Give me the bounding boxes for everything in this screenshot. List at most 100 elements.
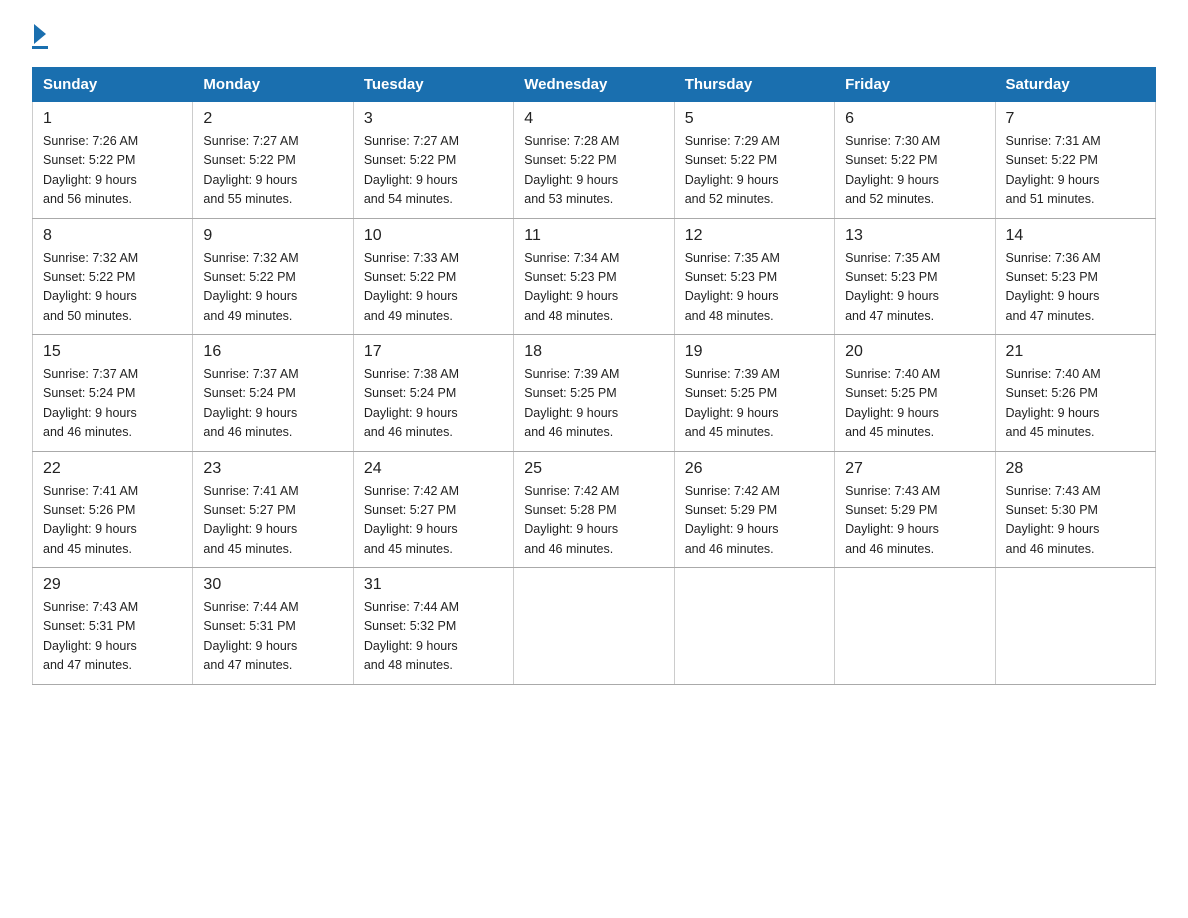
week-row-2: 8 Sunrise: 7:32 AMSunset: 5:22 PMDaylight… (33, 218, 1156, 335)
day-number: 31 (364, 576, 503, 594)
calendar-cell: 25Sunrise: 7:42 AMSunset: 5:28 PMDayligh… (514, 451, 674, 568)
day-info: Sunrise: 7:34 AMSunset: 5:23 PMDaylight:… (524, 249, 663, 327)
day-number: 14 (1006, 227, 1145, 245)
logo-arrow-icon (34, 24, 46, 44)
day-number: 21 (1006, 343, 1145, 361)
calendar-cell: 12 Sunrise: 7:35 AMSunset: 5:23 PMDayligh… (674, 218, 834, 335)
day-info: Sunrise: 7:44 AMSunset: 5:31 PMDaylight:… (203, 598, 342, 676)
day-number: 7 (1006, 110, 1145, 128)
week-row-3: 15 Sunrise: 7:37 AMSunset: 5:24 PMDayligh… (33, 335, 1156, 452)
day-info: Sunrise: 7:35 AMSunset: 5:23 PMDaylight:… (685, 249, 824, 327)
calendar-cell: 10 Sunrise: 7:33 AMSunset: 5:22 PMDayligh… (353, 218, 513, 335)
page-header (32, 24, 1156, 49)
day-number: 28 (1006, 460, 1145, 478)
day-number: 6 (845, 110, 984, 128)
calendar-cell: 7 Sunrise: 7:31 AMSunset: 5:22 PMDaylight… (995, 102, 1155, 219)
week-row-4: 22 Sunrise: 7:41 AMSunset: 5:26 PMDayligh… (33, 451, 1156, 568)
day-info: Sunrise: 7:39 AMSunset: 5:25 PMDaylight:… (685, 365, 824, 443)
day-info: Sunrise: 7:29 AMSunset: 5:22 PMDaylight:… (685, 132, 824, 210)
day-number: 24 (364, 460, 503, 478)
day-number: 20 (845, 343, 984, 361)
day-info: Sunrise: 7:44 AMSunset: 5:32 PMDaylight:… (364, 598, 503, 676)
calendar-cell: 11 Sunrise: 7:34 AMSunset: 5:23 PMDayligh… (514, 218, 674, 335)
calendar-cell: 3 Sunrise: 7:27 AMSunset: 5:22 PMDaylight… (353, 102, 513, 219)
day-number: 29 (43, 576, 182, 594)
day-header-row: SundayMondayTuesdayWednesdayThursdayFrid… (33, 68, 1156, 102)
day-info: Sunrise: 7:37 AMSunset: 5:24 PMDaylight:… (203, 365, 342, 443)
calendar-cell: 27 Sunrise: 7:43 AMSunset: 5:29 PMDayligh… (835, 451, 995, 568)
day-number: 25 (524, 460, 663, 478)
day-info: Sunrise: 7:36 AMSunset: 5:23 PMDaylight:… (1006, 249, 1145, 327)
day-number: 2 (203, 110, 342, 128)
day-number: 27 (845, 460, 984, 478)
calendar-cell: 2 Sunrise: 7:27 AMSunset: 5:22 PMDaylight… (193, 102, 353, 219)
day-info: Sunrise: 7:33 AMSunset: 5:22 PMDaylight:… (364, 249, 503, 327)
calendar-cell: 28 Sunrise: 7:43 AMSunset: 5:30 PMDayligh… (995, 451, 1155, 568)
calendar-cell: 31 Sunrise: 7:44 AMSunset: 5:32 PMDayligh… (353, 568, 513, 685)
day-header-wednesday: Wednesday (514, 68, 674, 102)
calendar-cell: 23 Sunrise: 7:41 AMSunset: 5:27 PMDayligh… (193, 451, 353, 568)
day-info: Sunrise: 7:40 AMSunset: 5:25 PMDaylight:… (845, 365, 984, 443)
day-header-saturday: Saturday (995, 68, 1155, 102)
day-number: 23 (203, 460, 342, 478)
calendar-cell: 17Sunrise: 7:38 AMSunset: 5:24 PMDayligh… (353, 335, 513, 452)
day-info: Sunrise: 7:30 AMSunset: 5:22 PMDaylight:… (845, 132, 984, 210)
calendar-cell: 6 Sunrise: 7:30 AMSunset: 5:22 PMDaylight… (835, 102, 995, 219)
calendar-cell: 5 Sunrise: 7:29 AMSunset: 5:22 PMDaylight… (674, 102, 834, 219)
day-info: Sunrise: 7:26 AMSunset: 5:22 PMDaylight:… (43, 132, 182, 210)
calendar-cell: 24 Sunrise: 7:42 AMSunset: 5:27 PMDayligh… (353, 451, 513, 568)
day-number: 10 (364, 227, 503, 245)
day-header-sunday: Sunday (33, 68, 193, 102)
calendar-cell: 8Sunrise: 7:32 AMSunset: 5:22 PMDaylight… (33, 218, 193, 335)
day-number: 5 (685, 110, 824, 128)
day-header-thursday: Thursday (674, 68, 834, 102)
day-info: Sunrise: 7:37 AMSunset: 5:24 PMDaylight:… (43, 365, 182, 443)
calendar-cell: 19 Sunrise: 7:39 AMSunset: 5:25 PMDayligh… (674, 335, 834, 452)
day-number: 11 (524, 227, 663, 245)
calendar-table: SundayMondayTuesdayWednesdayThursdayFrid… (32, 67, 1156, 685)
day-number: 26 (685, 460, 824, 478)
calendar-cell: 21Sunrise: 7:40 AMSunset: 5:26 PMDayligh… (995, 335, 1155, 452)
calendar-cell: 1 Sunrise: 7:26 AMSunset: 5:22 PMDaylight… (33, 102, 193, 219)
day-info: Sunrise: 7:32 AMSunset: 5:22 PMDaylight:… (203, 249, 342, 327)
day-info: Sunrise: 7:41 AMSunset: 5:27 PMDaylight:… (203, 482, 342, 560)
day-header-tuesday: Tuesday (353, 68, 513, 102)
calendar-cell (995, 568, 1155, 685)
day-info: Sunrise: 7:27 AMSunset: 5:22 PMDaylight:… (364, 132, 503, 210)
calendar-cell: 4Sunrise: 7:28 AMSunset: 5:22 PMDaylight… (514, 102, 674, 219)
day-number: 12 (685, 227, 824, 245)
day-info: Sunrise: 7:42 AMSunset: 5:27 PMDaylight:… (364, 482, 503, 560)
week-row-5: 29 Sunrise: 7:43 AMSunset: 5:31 PMDayligh… (33, 568, 1156, 685)
day-info: Sunrise: 7:43 AMSunset: 5:30 PMDaylight:… (1006, 482, 1145, 560)
day-number: 9 (203, 227, 342, 245)
day-number: 18 (524, 343, 663, 361)
logo-underline (32, 46, 48, 49)
calendar-cell: 15 Sunrise: 7:37 AMSunset: 5:24 PMDayligh… (33, 335, 193, 452)
day-info: Sunrise: 7:27 AMSunset: 5:22 PMDaylight:… (203, 132, 342, 210)
day-number: 8 (43, 227, 182, 245)
calendar-cell: 20 Sunrise: 7:40 AMSunset: 5:25 PMDayligh… (835, 335, 995, 452)
calendar-cell: 30Sunrise: 7:44 AMSunset: 5:31 PMDayligh… (193, 568, 353, 685)
day-info: Sunrise: 7:41 AMSunset: 5:26 PMDaylight:… (43, 482, 182, 560)
day-number: 1 (43, 110, 182, 128)
day-number: 16 (203, 343, 342, 361)
calendar-cell: 14 Sunrise: 7:36 AMSunset: 5:23 PMDayligh… (995, 218, 1155, 335)
day-info: Sunrise: 7:31 AMSunset: 5:22 PMDaylight:… (1006, 132, 1145, 210)
day-number: 15 (43, 343, 182, 361)
day-info: Sunrise: 7:38 AMSunset: 5:24 PMDaylight:… (364, 365, 503, 443)
week-row-1: 1 Sunrise: 7:26 AMSunset: 5:22 PMDaylight… (33, 102, 1156, 219)
calendar-cell: 16 Sunrise: 7:37 AMSunset: 5:24 PMDayligh… (193, 335, 353, 452)
calendar-cell: 22 Sunrise: 7:41 AMSunset: 5:26 PMDayligh… (33, 451, 193, 568)
day-info: Sunrise: 7:43 AMSunset: 5:31 PMDaylight:… (43, 598, 182, 676)
day-info: Sunrise: 7:28 AMSunset: 5:22 PMDaylight:… (524, 132, 663, 210)
day-number: 3 (364, 110, 503, 128)
day-info: Sunrise: 7:43 AMSunset: 5:29 PMDaylight:… (845, 482, 984, 560)
day-number: 22 (43, 460, 182, 478)
day-number: 19 (685, 343, 824, 361)
day-header-monday: Monday (193, 68, 353, 102)
calendar-cell: 26Sunrise: 7:42 AMSunset: 5:29 PMDayligh… (674, 451, 834, 568)
calendar-cell: 9 Sunrise: 7:32 AMSunset: 5:22 PMDaylight… (193, 218, 353, 335)
day-info: Sunrise: 7:39 AMSunset: 5:25 PMDaylight:… (524, 365, 663, 443)
calendar-cell (835, 568, 995, 685)
calendar-cell (674, 568, 834, 685)
